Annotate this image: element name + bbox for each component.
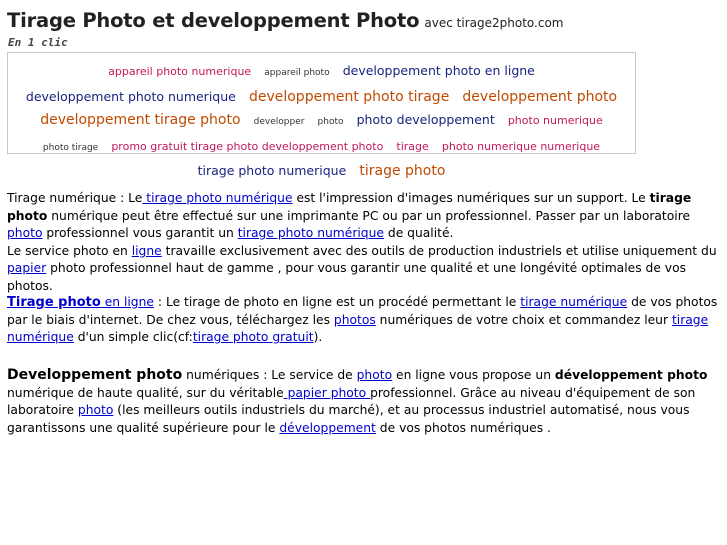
paragraph-tirage-en-ligne: Tirage photo en ligne : Le tirage de pho…: [7, 294, 719, 347]
link-ligne[interactable]: ligne: [132, 244, 162, 258]
bold-developpement-photo: Developpement photo: [7, 367, 183, 383]
page-title: Tirage Photo et developpement Photo avec…: [7, 9, 563, 32]
text: : Le tirage de photo en ligne est un pro…: [153, 295, 521, 309]
link-photo[interactable]: photo: [7, 226, 42, 240]
text: travaille exclusivement avec des outils …: [161, 243, 717, 258]
link-tirage-photo-numerique[interactable]: tirage photo numérique: [142, 191, 292, 205]
text: numériques : Le service de: [182, 368, 357, 382]
tag-cloud-link[interactable]: photo: [318, 117, 344, 127]
tag-cloud-link[interactable]: developpement photo tirage: [249, 89, 449, 105]
tag-cloud-link[interactable]: photo developpement: [357, 112, 495, 127]
tag-cloud-link[interactable]: developpement photo numerique: [26, 89, 236, 104]
link-en-ligne[interactable]: en ligne: [101, 295, 154, 309]
tag-cloud-link[interactable]: photo numerique numerique: [442, 140, 600, 153]
link-photos[interactable]: photos: [334, 313, 376, 327]
tag-cloud-link[interactable]: tirage: [396, 140, 428, 153]
link-photo-laboratoire[interactable]: photo: [78, 403, 113, 417]
tag-cloud-link[interactable]: developpement photo en ligne: [343, 63, 535, 78]
link-papier-photo[interactable]: papier photo: [284, 386, 370, 400]
text: Le service photo en: [7, 243, 132, 258]
text: numériques de votre choix et commandez l…: [375, 312, 672, 327]
link-developpement[interactable]: développement: [279, 421, 376, 435]
tag-cloud-link[interactable]: appareil photo: [264, 68, 329, 78]
text: Tirage numérique : Le: [7, 191, 143, 205]
paragraph-tirage-numerique: Tirage numérique : Le tirage photo numér…: [7, 190, 719, 295]
link-photo-service[interactable]: photo: [357, 368, 392, 382]
text: professionnel vous garantit un: [42, 226, 238, 240]
link-tirage-photo-numerique-2[interactable]: tirage photo numérique: [238, 226, 384, 240]
text: d'un simple clic(cf:: [73, 330, 193, 344]
tag-cloud-link[interactable]: developpement photo: [462, 89, 617, 105]
link-tirage-photo-bold[interactable]: Tirage photo: [7, 295, 101, 310]
text: numérique de haute qualité, sur du vérit…: [7, 385, 284, 400]
paragraph-developpement: Developpement photo numériques : Le serv…: [7, 367, 719, 437]
tag-cloud-link[interactable]: photo tirage: [43, 143, 98, 153]
link-papier[interactable]: papier: [7, 261, 46, 275]
text: de vos photos numériques .: [375, 420, 551, 435]
tag-cloud-link[interactable]: tirage photo: [359, 163, 445, 179]
text: ).: [313, 330, 323, 344]
tag-cloud-link[interactable]: appareil photo numerique: [108, 65, 251, 78]
tag-cloud-link[interactable]: promo gratuit tirage photo developpement…: [111, 140, 383, 153]
tag-cloud-link[interactable]: developper: [254, 117, 305, 127]
site-subtitle: En 1 clic: [8, 36, 68, 49]
text: de qualité.: [383, 226, 454, 240]
tag-cloud-link[interactable]: photo numerique: [508, 114, 603, 127]
tag-cloud-link[interactable]: tirage photo numerique: [198, 163, 347, 178]
text: est l'impression d'images numériques sur…: [292, 191, 650, 205]
text: numérique peut être effectué sur une imp…: [47, 208, 691, 223]
link-tirage-numerique[interactable]: tirage numérique: [520, 295, 627, 309]
site-title: Tirage Photo et developpement Photo: [7, 9, 420, 32]
tag-cloud-link[interactable]: developpement tirage photo: [40, 112, 240, 128]
tag-cloud: appareil photo numerique appareil photo …: [7, 52, 636, 179]
link-tirage-photo-gratuit[interactable]: tirage photo gratuit: [193, 330, 314, 344]
text: photo professionnel haut de gamme , pour…: [7, 261, 687, 293]
site-title-suffix: avec tirage2photo.com: [424, 16, 564, 30]
bold-developpement-photo-2: développement photo: [554, 368, 708, 382]
text: en ligne vous propose un: [392, 368, 555, 382]
